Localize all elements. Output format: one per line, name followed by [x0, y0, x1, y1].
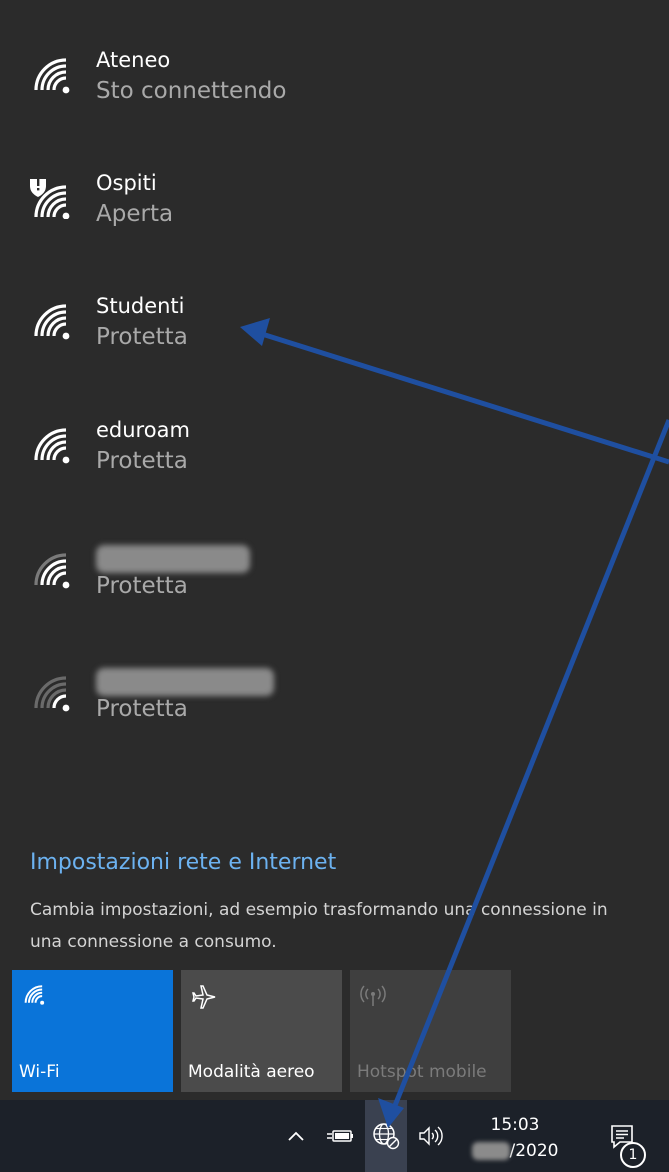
globe-network-icon: [373, 1123, 400, 1150]
network-item-redacted-2[interactable]: Protetta: [0, 666, 669, 766]
redacted-network-name: [96, 668, 274, 696]
airplane-mode-tile[interactable]: Modalità aereo: [181, 970, 342, 1092]
battery-plug-icon: [327, 1130, 353, 1142]
power-tray-button[interactable]: [322, 1100, 358, 1172]
chevron-up-icon: [288, 1131, 304, 1141]
network-settings-link[interactable]: Impostazioni rete e Internet: [30, 850, 336, 875]
network-name: eduroam: [96, 418, 190, 442]
show-hidden-icons-button[interactable]: [282, 1100, 310, 1172]
hotspot-icon: [360, 985, 386, 1006]
speaker-icon: [419, 1126, 443, 1146]
network-status: Protetta: [96, 696, 188, 722]
network-status: Aperta: [96, 201, 174, 227]
wifi-tile-label: Wi-Fi: [19, 1062, 60, 1082]
network-item-ospiti[interactable]: Ospiti Aperta: [0, 171, 669, 271]
taskbar-clock[interactable]: 15:03 /2020: [460, 1112, 570, 1164]
network-item-eduroam[interactable]: eduroam Protetta: [0, 418, 669, 518]
clock-date: /2020: [460, 1138, 570, 1164]
clock-date-year: /2020: [509, 1141, 559, 1161]
network-name: Ospiti: [96, 171, 157, 195]
mobile-hotspot-tile: Hotspot mobile: [350, 970, 511, 1092]
wifi-signal-icon: [34, 428, 70, 464]
airplane-icon: [192, 985, 216, 1009]
network-item-redacted-1[interactable]: Protetta: [0, 543, 669, 643]
hotspot-tile-label: Hotspot mobile: [357, 1062, 487, 1082]
network-item-studenti[interactable]: Studenti Protetta: [0, 294, 669, 394]
wifi-signal-medium-icon: [34, 553, 70, 589]
volume-tray-button[interactable]: [413, 1100, 449, 1172]
taskbar: 15:03 /2020: [0, 1100, 669, 1172]
network-status: Protetta: [96, 324, 188, 350]
network-flyout-screenshot: Ateneo Sto connettendo Ospiti Aperta Stu…: [0, 0, 669, 1172]
wifi-signal-icon: [34, 58, 70, 94]
wifi-signal-open-icon: [30, 179, 70, 219]
redacted-date-part: [471, 1142, 510, 1160]
network-name: Studenti: [96, 294, 185, 318]
network-status: Protetta: [96, 448, 188, 474]
network-name: Ateneo: [96, 48, 171, 72]
network-status: Protetta: [96, 573, 188, 599]
network-tray-button[interactable]: [365, 1100, 407, 1172]
network-flyout: Ateneo Sto connettendo Ospiti Aperta Stu…: [0, 0, 669, 1100]
wifi-toggle-tile[interactable]: Wi-Fi: [12, 970, 173, 1092]
network-settings-description: Cambia impostazioni, ad esempio trasform…: [30, 900, 608, 952]
wifi-signal-low-icon: [34, 676, 70, 712]
airplane-tile-label: Modalità aereo: [188, 1062, 315, 1082]
network-status: Sto connettendo: [96, 78, 287, 104]
notification-count-badge: 1: [620, 1142, 646, 1168]
wifi-icon: [24, 985, 45, 1005]
wifi-signal-icon: [34, 304, 70, 340]
redacted-network-name: [96, 545, 250, 573]
clock-time: 15:03: [490, 1115, 540, 1135]
network-item-ateneo[interactable]: Ateneo Sto connettendo: [0, 48, 669, 148]
